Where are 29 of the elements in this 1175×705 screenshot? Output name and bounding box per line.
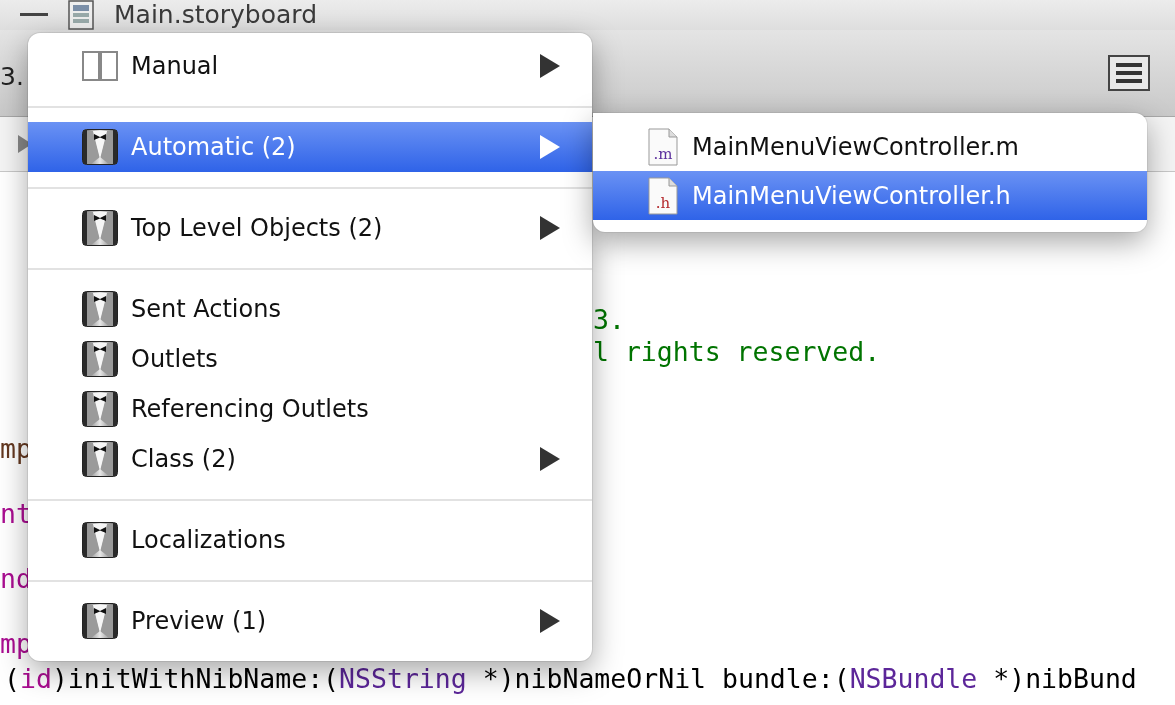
menu-item[interactable]: Preview (1): [28, 596, 592, 646]
tuxedo-icon: [82, 441, 118, 477]
code-line: 3.: [593, 303, 625, 335]
menu-item[interactable]: Referencing Outlets: [28, 384, 592, 434]
tuxedo-icon: [82, 603, 118, 639]
document-icon: .h: [648, 176, 678, 215]
tuxedo-icon: [82, 341, 118, 377]
list-icon[interactable]: [1108, 55, 1150, 91]
menu-item[interactable]: Manual: [28, 41, 592, 91]
menu-item[interactable]: Automatic (2): [28, 122, 592, 172]
menu-item[interactable]: Top Level Objects (2): [28, 203, 592, 253]
tuxedo-icon: [82, 210, 118, 246]
tuxedo-icon: [82, 291, 118, 327]
menu-item[interactable]: Outlets: [28, 334, 592, 384]
menu-item[interactable]: .m MainMenuViewController.m: [593, 122, 1147, 171]
storyboard-icon: [68, 0, 94, 30]
tuxedo-icon: [82, 129, 118, 165]
split-view-icon: [82, 51, 118, 81]
tuxedo-icon: [82, 391, 118, 427]
code-line: (id)initWithNibName:(NSString *)nibNameOrNil bundle:(NSBundle *)nibBund: [4, 663, 1137, 695]
window-title: Main.storyboard: [114, 0, 317, 30]
menu-item[interactable]: .h MainMenuViewController.h: [593, 171, 1147, 220]
tuxedo-icon: [82, 522, 118, 558]
tab-label[interactable]: 3.: [0, 61, 24, 91]
menu-item[interactable]: Class (2): [28, 434, 592, 484]
minimize-icon[interactable]: [20, 13, 48, 17]
menu-item[interactable]: Sent Actions: [28, 284, 592, 334]
document-icon: .m: [648, 127, 678, 166]
code-line: l rights reserved.: [593, 336, 881, 367]
